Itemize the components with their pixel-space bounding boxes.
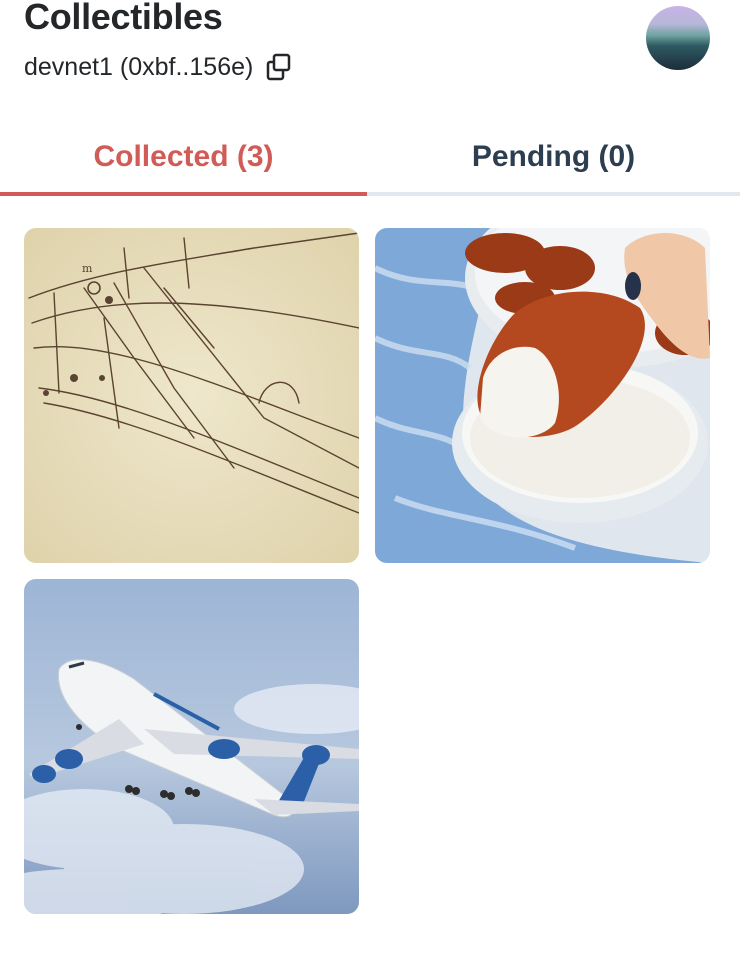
food-image: [375, 228, 710, 563]
svg-text:m: m: [82, 262, 93, 275]
account-avatar[interactable]: [646, 6, 710, 70]
tab-collected[interactable]: Collected (3): [0, 118, 367, 196]
sketch-image: m: [24, 228, 359, 563]
active-tab-indicator: [0, 192, 367, 196]
network-address-label: devnet1 (0xbf..156e): [24, 52, 254, 81]
tab-pending[interactable]: Pending (0): [367, 118, 740, 196]
collectible-card-airplane[interactable]: [24, 579, 359, 914]
tab-divider: [367, 192, 740, 196]
page-title: Collectibles: [24, 0, 223, 37]
network-row: devnet1 (0xbf..156e): [24, 52, 293, 82]
collectibles-tabs: Collected (3) Pending (0): [0, 118, 740, 196]
collectible-card-sketch[interactable]: m: [24, 228, 359, 563]
collectibles-header: Collectibles devnet1 (0xbf..156e): [0, 0, 740, 110]
copy-icon[interactable]: [265, 52, 293, 82]
collectible-card-food[interactable]: [375, 228, 710, 563]
airplane-image: [24, 579, 359, 914]
